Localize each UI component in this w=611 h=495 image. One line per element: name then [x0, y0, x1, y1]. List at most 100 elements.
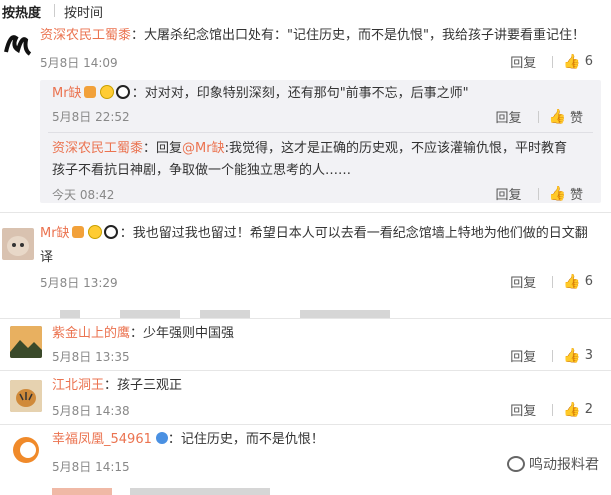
phoenix-avatar-icon — [13, 437, 39, 463]
comment-date: 5月8日 13:35 — [52, 350, 130, 364]
username-link[interactable]: 资深农民工蜀黍 — [52, 141, 143, 156]
reply-button[interactable]: 回复 — [510, 52, 536, 71]
comment-actions: 回复 👍 6 — [510, 52, 593, 72]
reply-button[interactable]: 回复 — [510, 400, 536, 419]
comment-divider — [0, 212, 611, 213]
tiger-avatar-icon — [10, 380, 42, 412]
sub-reply-1-actions: 回复 👍 赞 — [496, 107, 583, 127]
sort-by-hot-tab[interactable]: 按热度 — [2, 2, 41, 21]
sub-reply-2-date: 今天 08:42 — [52, 188, 115, 202]
comment-text: 幸福凤凰_54961 ：记住历史，而不是仇恨！ — [52, 428, 591, 452]
username-link[interactable]: 江北洞王 — [52, 378, 104, 393]
comment-6: 江北洞王：孩子三观正 5月8日 14:38 回复 👍 2 — [0, 372, 611, 422]
comment-text: 资深农民工蜀黍：大屠杀纪念馆出口处有："记住历史，而不是仇恨"，我给孩子讲要看重… — [40, 24, 591, 48]
vip-badge-icon — [83, 86, 96, 98]
reply-prefix: ：回复 — [143, 141, 183, 156]
username-link[interactable]: 紫金山上的鹰 — [52, 326, 130, 341]
avatar[interactable] — [10, 326, 42, 358]
mountain-avatar-icon — [10, 326, 42, 358]
divider — [552, 55, 554, 68]
avatar[interactable] — [2, 28, 34, 60]
comment-5: 紫金山上的鹰：少年强则中国强 5月8日 13:35 回复 👍 3 — [0, 320, 611, 366]
comment-4: Mr缺 ：我也留过我也留过！希望日本人可以去看一看纪念馆墙上特地为他们做的日文翻… — [0, 214, 611, 294]
like-button[interactable]: 👍 3 — [563, 348, 593, 364]
reply-button[interactable]: 回复 — [510, 272, 536, 291]
comment-actions: 回复 👍 6 — [510, 272, 593, 292]
comment-date: 5月8日 13:29 — [40, 276, 118, 290]
like-count: 3 — [584, 348, 593, 363]
sort-bar: 按热度 按时间 — [0, 0, 611, 22]
sub-reply-1-text: Mr缺 ：对对对，印象特别深刻，还有那句"前事不忘，后事之师" — [52, 84, 591, 104]
comment-body: ：记住历史，而不是仇恨！ — [167, 432, 324, 447]
comment-actions: 回复 👍 2 — [510, 400, 593, 420]
comment-text: Mr缺 ：我也留过我也留过！希望日本人可以去看一看纪念馆墙上特地为他们做的日文翻… — [40, 222, 591, 270]
username-link[interactable]: Mr缺 — [40, 226, 70, 241]
avatar[interactable] — [10, 380, 42, 412]
thumbs-up-icon: 👍 — [548, 185, 566, 202]
thumbs-up-icon: 👍 — [563, 347, 581, 364]
thumbs-up-icon: 👍 — [563, 53, 581, 70]
avatar[interactable] — [10, 434, 42, 466]
like-button[interactable]: 👍 赞 — [548, 184, 583, 204]
sub-reply-divider — [48, 132, 593, 133]
sub-reply-1-date: 5月8日 22:52 — [52, 110, 130, 124]
divider — [537, 187, 539, 200]
comment-body: ：大屠杀纪念馆出口处有："记住历史，而不是仇恨"，我给孩子讲要看重记住！ — [131, 28, 585, 43]
sort-by-time-tab[interactable]: 按时间 — [64, 2, 103, 21]
comment-date: 5月8日 14:38 — [52, 404, 130, 418]
thumbs-up-icon: 👍 — [548, 108, 566, 125]
verified-badge-icon — [155, 432, 168, 444]
panda-emoji-icon — [103, 225, 118, 239]
comment-body: ：孩子三观正 — [104, 378, 183, 393]
username-link[interactable]: 资深农民工蜀黍 — [40, 28, 131, 43]
divider — [552, 403, 554, 416]
like-button[interactable]: 👍 6 — [563, 274, 593, 290]
like-count: 2 — [584, 402, 593, 417]
sort-divider — [54, 4, 55, 17]
calligraphy-avatar-icon — [4, 35, 32, 56]
username-link[interactable]: 幸福凤凰_54961 — [52, 432, 152, 447]
like-label: 赞 — [569, 111, 583, 126]
reply-button[interactable]: 回复 — [510, 346, 536, 365]
comment-divider — [0, 370, 611, 371]
sunglasses-emoji-icon — [87, 225, 102, 239]
comment-body: ：少年强则中国强 — [130, 326, 235, 341]
mention-link[interactable]: @Mr缺 — [182, 141, 225, 156]
comment-date: 5月8日 14:15 — [52, 460, 130, 474]
wechat-icon — [507, 456, 525, 472]
like-button[interactable]: 👍 6 — [563, 54, 593, 70]
comment-text: 紫金山上的鹰：少年强则中国强 — [52, 322, 591, 346]
vip-badge-icon — [71, 226, 84, 238]
sunglasses-emoji-icon — [99, 85, 114, 99]
comment-text: 江北洞王：孩子三观正 — [52, 374, 591, 398]
username-link[interactable]: Mr缺 — [52, 86, 82, 101]
comment-body: ：我也留过我也留过！希望日本人可以去看一看纪念馆墙上特地为他们做的日文翻译 — [40, 226, 588, 265]
comment-date: 5月8日 14:09 — [40, 56, 118, 70]
sub-replies-box: Mr缺 ：对对对，印象特别深刻，还有那句"前事不忘，后事之师" 5月8日 22:… — [40, 80, 601, 203]
avatar[interactable] — [2, 228, 34, 260]
thumbs-up-icon: 👍 — [563, 273, 581, 290]
sub-reply-2-text: 资深农民工蜀黍：回复@Mr缺:我觉得，这才是正确的历史观，不应该灌输仇恨，平时教… — [52, 138, 577, 182]
panda-emoji-icon — [115, 85, 130, 99]
cropped-next-comment — [0, 486, 611, 495]
comment-divider — [0, 318, 611, 319]
thumbs-up-icon: 👍 — [563, 401, 581, 418]
cropped-content-strip — [0, 304, 611, 318]
divider — [552, 275, 554, 288]
reply-button[interactable]: 回复 — [496, 184, 522, 203]
comment-1: 资深农民工蜀黍：大屠杀纪念馆出口处有："记住历史，而不是仇恨"，我给孩子讲要看重… — [0, 22, 611, 76]
like-button[interactable]: 👍 2 — [563, 402, 593, 418]
sub-reply-2-actions: 回复 👍 赞 — [496, 184, 583, 204]
cat-avatar-icon — [7, 236, 29, 256]
comment-actions: 回复 👍 3 — [510, 346, 593, 366]
watermark-text: 鸣动报料君 — [529, 457, 599, 473]
like-label: 赞 — [569, 188, 583, 203]
comment-body: ：对对对，印象特别深刻，还有那句"前事不忘，后事之师" — [131, 86, 469, 101]
reply-button[interactable]: 回复 — [496, 107, 522, 126]
divider — [552, 349, 554, 362]
watermark: 鸣动报料君 — [507, 454, 599, 474]
comment-divider — [0, 424, 611, 425]
like-count: 6 — [584, 54, 593, 69]
divider — [537, 110, 539, 123]
like-button[interactable]: 👍 赞 — [548, 107, 583, 127]
